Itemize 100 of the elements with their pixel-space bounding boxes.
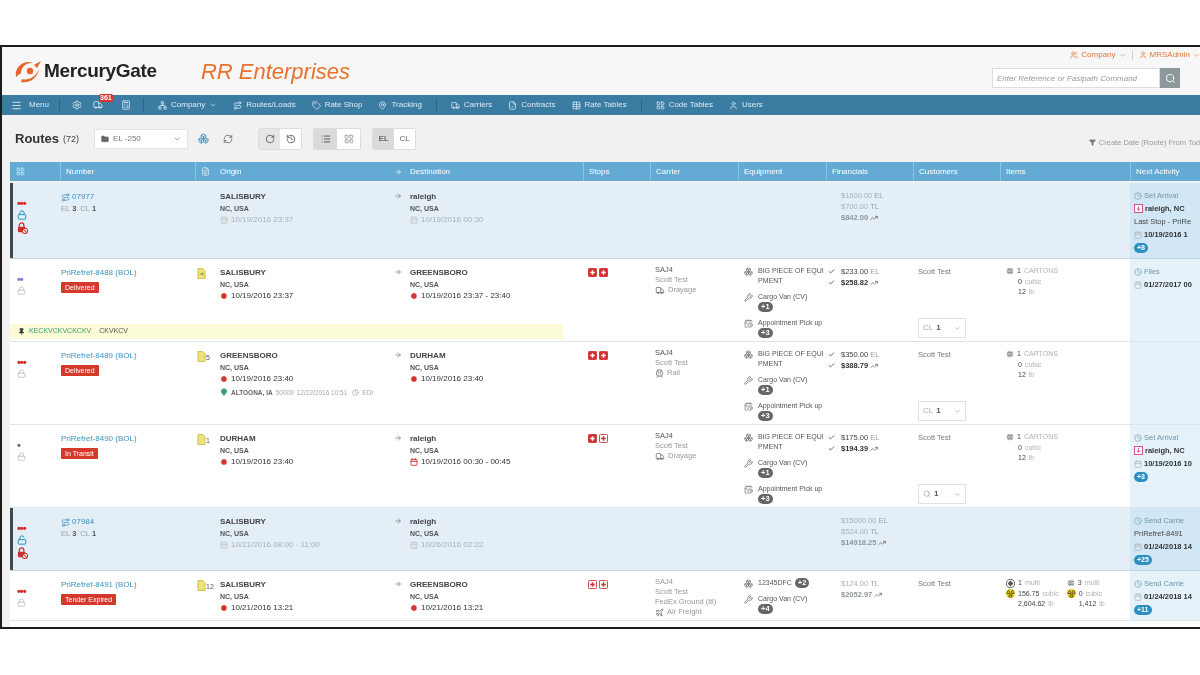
calendar-clock-icon — [744, 402, 753, 411]
clock-icon — [220, 457, 228, 466]
status-dots: ••• — [17, 587, 26, 596]
nav-link[interactable]: Rate Shop — [303, 95, 371, 115]
search-field[interactable]: Enter Reference or Fastpath Command — [992, 68, 1160, 88]
city-name: DURHAM — [410, 350, 447, 362]
shipment-row[interactable] — [10, 342, 1200, 425]
status-dots: • — [17, 441, 20, 450]
column-header[interactable]: Carrier — [656, 165, 681, 178]
route-count: (72) — [63, 132, 80, 146]
column-header[interactable]: Number — [66, 165, 95, 178]
column-header[interactable]: Origin — [220, 165, 242, 178]
city-name: GREENSBORO — [410, 267, 469, 279]
view-select[interactable]: EL -250 — [94, 128, 189, 149]
nav-link[interactable]: Routes/Loads — [225, 95, 304, 115]
redo-button[interactable] — [259, 128, 281, 149]
wrench-icon — [744, 293, 753, 302]
history-icon — [285, 133, 296, 144]
clock-icon — [1134, 191, 1142, 200]
column-header[interactable]: Financials — [832, 165, 868, 178]
shipment-row[interactable] — [10, 259, 1200, 342]
column-header[interactable]: Items — [1006, 165, 1026, 178]
calendar-icon — [220, 215, 228, 224]
lock-icon — [17, 369, 26, 378]
lock-icon — [17, 286, 26, 295]
shipment-link[interactable]: PriRefref-8489 (BOL) — [61, 350, 137, 362]
cl-select[interactable]: CL 1 — [918, 401, 966, 421]
shipment-link[interactable]: PriRefref-8491 (BOL) — [61, 579, 137, 591]
city-name: GREENSBORO — [220, 350, 279, 362]
map-pin-icon — [220, 388, 228, 397]
gear-icon — [72, 100, 82, 110]
table-icon — [571, 100, 581, 110]
account-menu[interactable]: Company — [1070, 49, 1126, 61]
boxes-icon — [744, 350, 753, 359]
shipment-link[interactable]: PriRefref-8490 (BOL) — [61, 433, 137, 445]
level-toggle[interactable]: CL — [394, 128, 416, 149]
list-view-button[interactable] — [314, 128, 338, 149]
folder-icon — [101, 134, 110, 143]
company-title: RR Enterprises — [200, 57, 351, 86]
nav-link[interactable]: Code Tables — [647, 95, 721, 115]
level-toggle[interactable]: EL — [373, 128, 395, 149]
nav-link[interactable]: Carriers — [442, 95, 501, 115]
globe-icon — [1066, 579, 1075, 588]
load-number-link[interactable]: 07977 — [72, 191, 95, 203]
shipment-row[interactable] — [10, 571, 1200, 621]
cl-select[interactable]: CL 1 — [918, 318, 966, 338]
grid-icon — [655, 100, 665, 110]
arrival-marker-icon — [1134, 204, 1143, 213]
trend-icon — [870, 361, 879, 370]
city-name: SALISBURY — [220, 516, 267, 528]
search-button[interactable] — [1160, 68, 1180, 88]
stop-time: 10/21/2016 13:21 — [421, 602, 484, 614]
column-header[interactable]: Equipment — [744, 165, 783, 178]
grid-view-button[interactable] — [337, 128, 361, 149]
column-header[interactable]: Customers — [919, 165, 958, 178]
list-icon — [320, 133, 331, 144]
trend-icon — [870, 213, 879, 222]
menu-icon — [11, 99, 22, 111]
document-icon — [197, 351, 206, 362]
filter-icon — [1088, 139, 1096, 146]
history-button[interactable] — [280, 128, 302, 149]
city-name: raleigh — [410, 191, 438, 203]
load-number-link[interactable]: 07984 — [72, 516, 95, 528]
document-icon — [197, 434, 206, 445]
shipment-link[interactable]: PriRefref-8488 (BOL) — [61, 267, 137, 279]
globe-icon — [1006, 350, 1014, 359]
calendar-icon — [1134, 230, 1142, 239]
nav-link[interactable]: Tracking — [370, 95, 430, 115]
clock-icon — [410, 291, 418, 300]
truck-icon — [655, 285, 665, 295]
account-menu[interactable]: MRSAdmin — [1138, 49, 1200, 61]
nav-link[interactable]: Contracts — [500, 95, 564, 115]
route-icon — [61, 192, 70, 202]
status-dots: ••• — [17, 358, 26, 367]
nav-link[interactable]: Rate Tables — [563, 95, 635, 115]
calendar-icon — [410, 215, 418, 224]
clock-icon — [1134, 579, 1142, 588]
clock-icon — [220, 603, 228, 612]
shipment-row[interactable] — [10, 425, 1200, 508]
document-icon — [197, 580, 206, 591]
nav-link[interactable]: Users — [720, 95, 771, 115]
arrow-icon — [394, 517, 402, 525]
cl-select[interactable]: 1 — [918, 484, 966, 504]
column-header[interactable]: Destination — [410, 165, 451, 178]
menu-button[interactable]: Menu — [2, 95, 53, 115]
caret-icon — [1193, 51, 1200, 59]
column-header[interactable]: Stops — [589, 165, 610, 178]
city-name: SALISBURY — [220, 579, 267, 591]
column-header[interactable]: Next Activity — [1136, 165, 1180, 178]
user-icon — [728, 100, 738, 110]
nav-link[interactable]: Company — [150, 95, 226, 115]
arrow-icon — [394, 434, 402, 442]
calendar-icon — [1134, 280, 1142, 289]
refresh-button[interactable] — [222, 132, 235, 145]
boxes-button[interactable] — [197, 132, 211, 145]
city-name: raleigh — [410, 516, 438, 528]
grid-icon — [343, 133, 354, 144]
select-all-icon[interactable] — [16, 167, 25, 176]
caret-icon — [954, 490, 961, 498]
status-dots: •• — [17, 275, 23, 284]
